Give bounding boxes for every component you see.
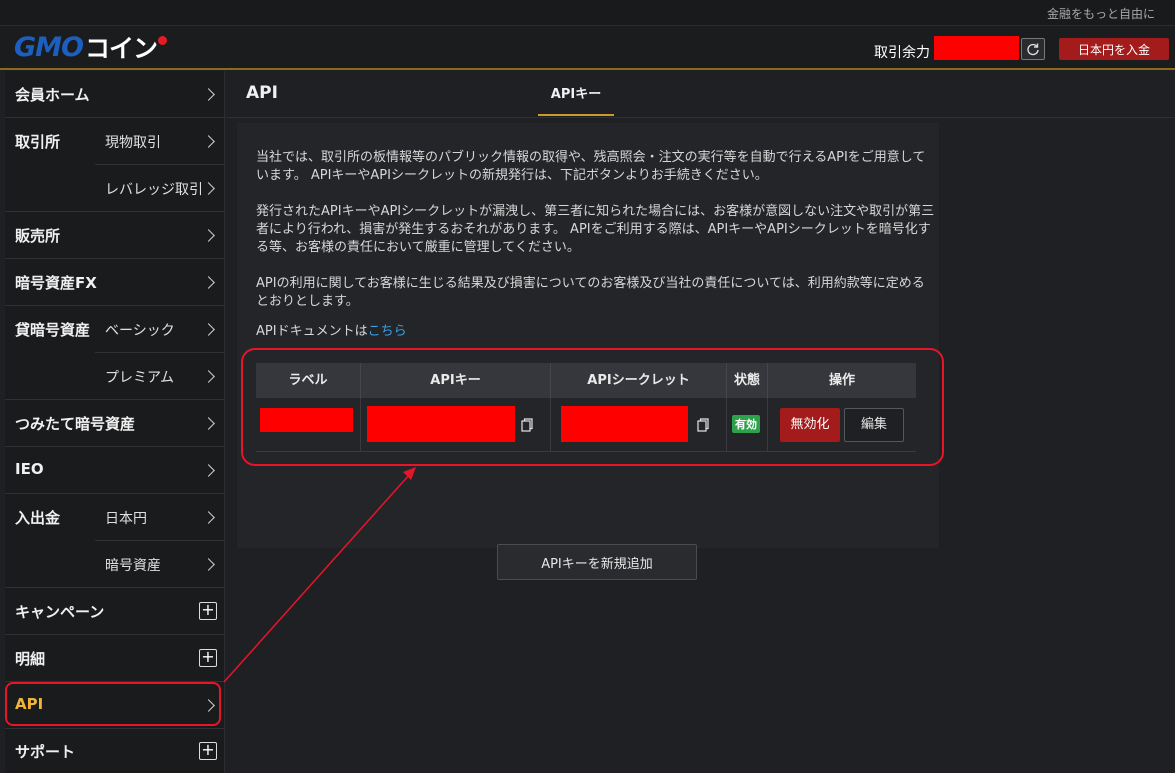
expand-plus-icon: +	[199, 602, 217, 620]
sidebar-item-ieo[interactable]: IEO	[5, 447, 225, 494]
api-doc-link[interactable]: こちら	[368, 324, 407, 339]
annotation-highlight-api-nav	[5, 682, 221, 726]
tagline: 金融をもっと自由に	[1046, 7, 1155, 21]
chevron-right-icon	[202, 276, 215, 289]
chevron-right-icon	[202, 370, 215, 383]
logo-dot	[158, 35, 167, 45]
logo-coin-text: コイン	[84, 34, 158, 63]
sidebar: 会員ホーム 取引所 現物取引 レバレッジ取引 販売所 暗号資産FX 貸暗号資産 …	[5, 71, 225, 773]
sidebar-item-label: 販売所	[15, 227, 61, 245]
liability-paragraph: APIの利用に関してお客様に生じる結果及び損害についてのお客様及び当社の責任につ…	[256, 276, 925, 309]
sidebar-subitem-label: プレミアム	[105, 370, 175, 386]
refresh-button[interactable]	[1021, 38, 1045, 60]
sidebar-item-label: 暗号資産FX	[15, 274, 97, 292]
sidebar-item-statement[interactable]: 明細 +	[5, 635, 225, 682]
sidebar-group-exchange: 取引所 現物取引 レバレッジ取引	[5, 118, 225, 212]
chevron-right-icon	[202, 135, 215, 148]
sidebar-item-label: 明細	[15, 650, 46, 668]
sidebar-item-label: 会員ホーム	[15, 86, 90, 104]
top-strip: 金融をもっと自由に	[0, 0, 1175, 26]
chevron-right-icon	[202, 511, 215, 524]
sidebar-item-label: サポート	[15, 743, 76, 761]
sidebar-group-deposit-withdraw: 入出金 日本円 暗号資産	[5, 494, 225, 588]
deposit-jpy-button[interactable]: 日本円を入金	[1059, 38, 1169, 60]
expand-plus-icon: +	[199, 742, 217, 760]
api-doc-prefix: APIドキュメントは	[256, 324, 368, 339]
main-content: API APIキー 当社では、取引所の板情報等のパブリック情報の取得や、残高照会…	[226, 71, 1175, 773]
sidebar-group-lending: 貸暗号資産 ベーシック プレミアム	[5, 306, 225, 400]
sidebar-item-tsumitate[interactable]: つみたて暗号資産	[5, 400, 225, 447]
sidebar-subitem-label: ベーシック	[105, 323, 175, 339]
sidebar-subitem-label: レバレッジ取引	[105, 182, 203, 198]
warning-paragraph: 発行されたAPIキーやAPIシークレットが漏洩し、第三者に知られた場合には、お客…	[256, 204, 935, 255]
sidebar-item-member-home[interactable]: 会員ホーム	[5, 71, 225, 118]
gmo-coin-logo[interactable]: GMO コイン	[14, 31, 167, 63]
sidebar-subitem-label: 現物取引	[105, 135, 161, 151]
intro-paragraph: 当社では、取引所の板情報等のパブリック情報の取得や、残高照会・注文の実行等を自動…	[256, 150, 926, 183]
sidebar-item-support[interactable]: サポート +	[5, 729, 225, 773]
chevron-right-icon	[202, 229, 215, 242]
sidebar-item-crypto-fx[interactable]: 暗号資産FX	[5, 259, 225, 306]
api-content-card: 当社では、取引所の板情報等のパブリック情報の取得や、残高照会・注文の実行等を自動…	[237, 123, 939, 580]
sidebar-item-campaign[interactable]: キャンペーン +	[5, 588, 225, 635]
header: GMO コイン 取引余力 日本円を入金	[0, 26, 1175, 70]
tab-bar	[226, 117, 1175, 118]
refresh-icon	[1027, 43, 1039, 56]
sidebar-item-label: キャンペーン	[15, 603, 105, 621]
page-title: API	[246, 83, 278, 103]
chevron-right-icon	[202, 182, 215, 195]
sidebar-subitem-label: 暗号資産	[105, 558, 161, 574]
chevron-right-icon	[202, 464, 215, 477]
sidebar-subitem-crypto[interactable]: 暗号資産	[5, 541, 225, 588]
sidebar-item-sales[interactable]: 販売所	[5, 212, 225, 259]
sidebar-subitem-premium[interactable]: プレミアム	[5, 353, 225, 400]
sidebar-subitem-jpy[interactable]: 日本円	[5, 494, 225, 541]
balance-label: 取引余力	[874, 45, 930, 61]
chevron-right-icon	[202, 558, 215, 571]
api-doc-line: APIドキュメントはこちら	[256, 323, 936, 341]
sidebar-subitem-leverage[interactable]: レバレッジ取引	[5, 165, 225, 212]
expand-plus-icon: +	[199, 649, 217, 667]
logo-gmo-text: GMO	[14, 31, 84, 63]
balance-value-redacted	[934, 36, 1019, 60]
sidebar-subitem-label: 日本円	[105, 511, 147, 527]
sidebar-item-label: IEO	[15, 460, 44, 478]
chevron-right-icon	[202, 417, 215, 430]
chevron-right-icon	[202, 323, 215, 336]
tab-api-key[interactable]: APIキー	[538, 83, 614, 116]
sidebar-subitem-spot[interactable]: 現物取引	[5, 118, 225, 165]
sidebar-subitem-basic[interactable]: ベーシック	[5, 306, 225, 353]
sidebar-item-label: つみたて暗号資産	[15, 415, 136, 433]
add-api-key-button[interactable]: APIキーを新規追加	[497, 544, 697, 580]
chevron-right-icon	[202, 88, 215, 101]
annotation-highlight-table	[241, 348, 944, 466]
